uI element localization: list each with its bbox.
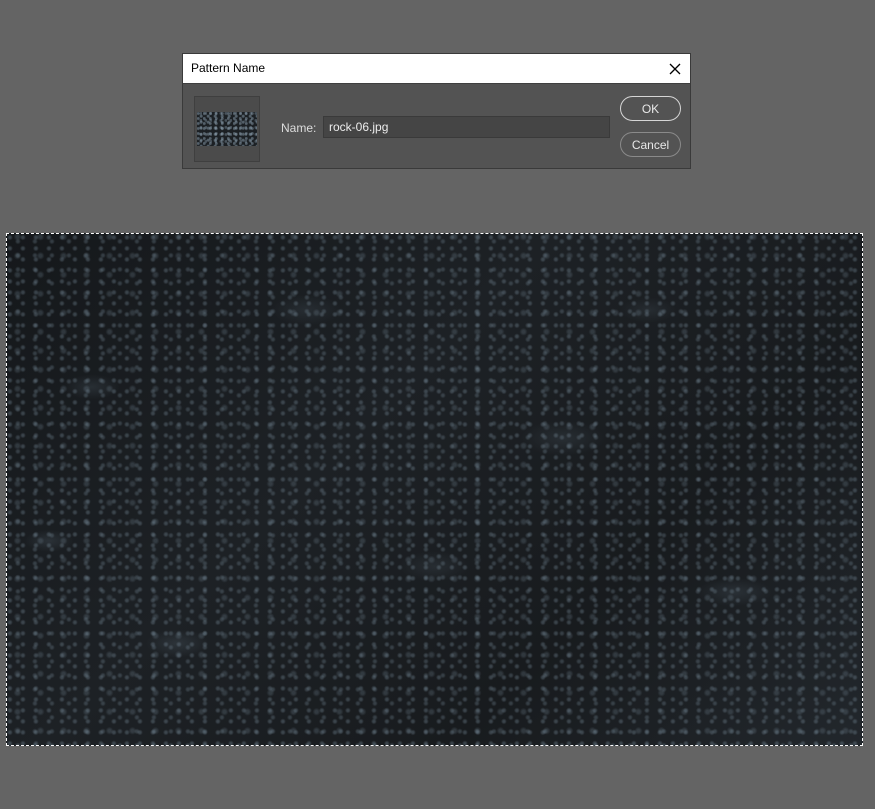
pattern-name-dialog: Pattern Name Name: OK Cancel	[182, 53, 691, 169]
name-input[interactable]	[323, 116, 610, 138]
rock-texture-canvas[interactable]	[6, 233, 863, 746]
pattern-preview	[194, 96, 260, 162]
ok-button[interactable]: OK	[620, 96, 681, 121]
cancel-button[interactable]: Cancel	[620, 132, 681, 157]
dialog-titlebar: Pattern Name	[183, 54, 690, 84]
pattern-thumbnail	[197, 112, 257, 146]
name-label: Name:	[281, 121, 317, 135]
dialog-title: Pattern Name	[191, 61, 266, 75]
close-button[interactable]	[660, 54, 690, 83]
close-icon	[669, 63, 681, 74]
